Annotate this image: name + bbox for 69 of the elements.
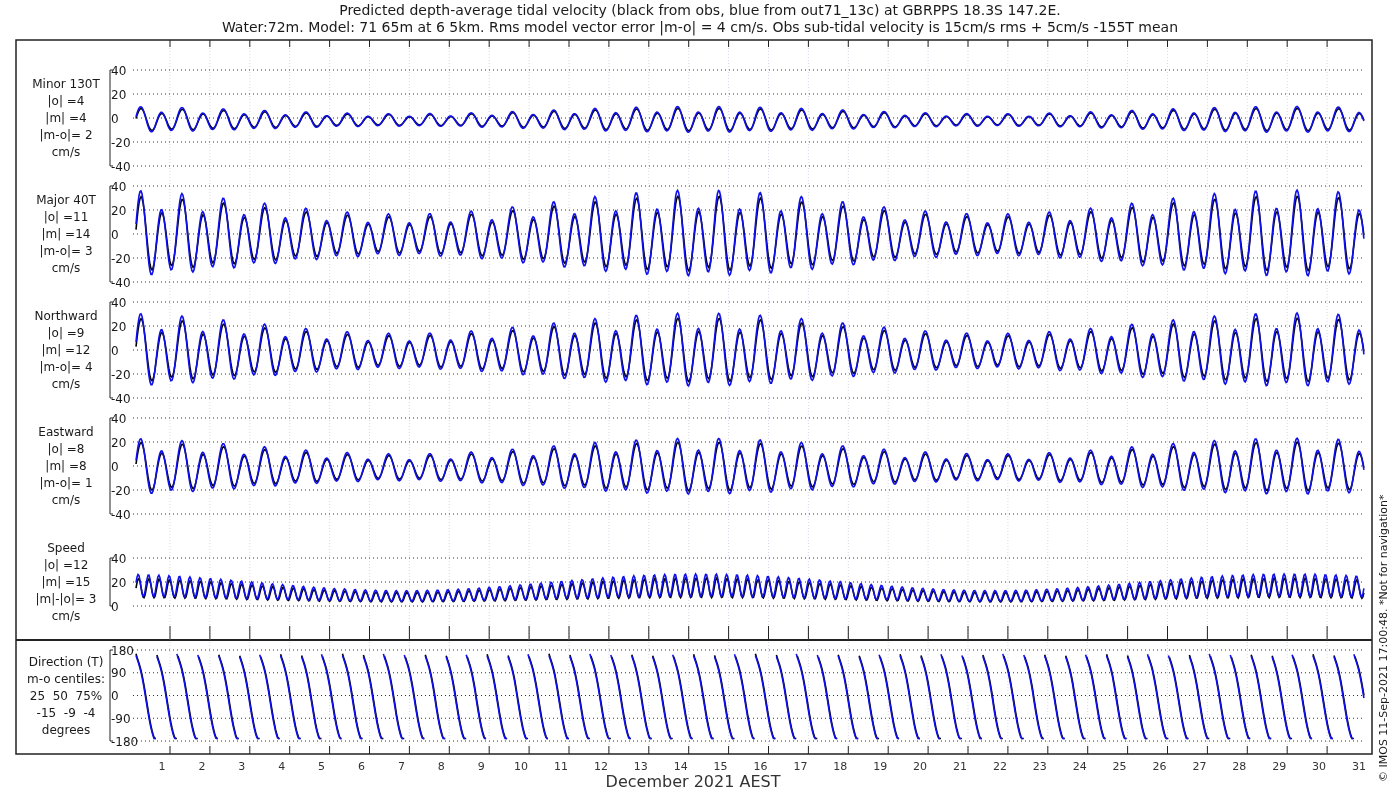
x-tick-label: 31: [1352, 760, 1366, 773]
panel-label: Northward |o| =9 |m| =12 |m-o|= 4 cm/s: [34, 309, 98, 391]
x-tick-label: 28: [1232, 760, 1247, 773]
y-tick-label: -40: [111, 159, 131, 174]
x-axis-label: December 2021 AEST: [605, 772, 781, 791]
chart-subtitle: Water:72m. Model: 71 65m at 6 5km. Rms model vector error |m-o| = 4 cm/s. Obs sub-tidal velocity is 15cm/s rms + 5cm/s -155T mean: [221, 19, 1179, 35]
y-tick-label: -40: [111, 391, 131, 406]
x-tick-label: 21: [953, 760, 967, 773]
y-tick-label: -40: [111, 507, 131, 522]
panel-label: Minor 130T |o| =4 |m| =4 |m-o|= 2 cm/s: [32, 77, 100, 159]
y-tick-label: 0: [111, 689, 119, 703]
y-tick-label: 0: [111, 459, 119, 474]
y-tick-label: 0: [111, 343, 119, 358]
y-tick-label: 20: [111, 435, 127, 450]
x-tick-label: 15: [713, 760, 728, 773]
y-tick-label: 40: [111, 551, 127, 566]
y-tick-label: 0: [111, 111, 119, 126]
y-tick-label: 20: [111, 319, 127, 334]
x-tick-label: 8: [437, 760, 445, 773]
y-tick-label: 0: [111, 227, 119, 242]
panel-label: Major 40T |o| =11 |m| =14 |m-o|= 3 cm/s: [36, 193, 96, 275]
y-tick-label: 40: [111, 295, 127, 310]
x-tick-label: 5: [318, 760, 326, 773]
x-tick-label: 18: [833, 760, 848, 773]
x-tick-label: 13: [633, 760, 648, 773]
x-tick-label: 22: [992, 760, 1007, 773]
x-tick-label: 12: [593, 760, 608, 773]
x-tick-label: 10: [514, 760, 529, 773]
x-tick-label: 14: [673, 760, 688, 773]
credit-text: © IMOS 11-Sep-2021 17:00:48. *Not for navigation*: [1377, 494, 1390, 782]
y-tick-label: -20: [111, 251, 131, 266]
x-tick-label: 16: [753, 760, 768, 773]
x-tick-label: 7: [397, 760, 405, 773]
x-tick-label: 23: [1032, 760, 1047, 773]
y-tick-label: 0: [111, 599, 119, 614]
y-tick-label: 20: [111, 203, 127, 218]
x-tick-label: 24: [1072, 760, 1087, 773]
y-tick-label: 40: [111, 63, 127, 78]
y-tick-label: -20: [111, 367, 131, 382]
x-tick-label: 20: [913, 760, 928, 773]
y-tick-label: -20: [111, 483, 131, 498]
x-tick-label: 27: [1192, 760, 1207, 773]
x-tick-label: 6: [358, 760, 365, 773]
y-tick-label: -20: [111, 135, 131, 150]
panel-label: Speed |o| =12 |m| =15 |m|-|o|= 3 cm/s: [35, 541, 97, 623]
y-tick-label: 90: [111, 666, 127, 681]
x-tick-label: 11: [554, 760, 568, 773]
y-tick-label: -180: [111, 734, 139, 749]
x-tick-label: 30: [1312, 760, 1327, 773]
y-tick-label: 20: [111, 575, 127, 590]
panel-label: Eastward |o| =8 |m| =8 |m-o|= 1 cm/s: [38, 425, 94, 507]
y-tick-label: 40: [111, 179, 127, 194]
x-tick-label: 3: [238, 760, 246, 773]
x-tick-label: 29: [1272, 760, 1287, 773]
y-tick-label: 180: [111, 643, 134, 658]
y-tick-label: -40: [111, 275, 131, 290]
x-tick-label: 25: [1112, 760, 1127, 773]
x-tick-label: 17: [793, 760, 808, 773]
x-tick-label: 19: [873, 760, 888, 773]
y-tick-label: 20: [111, 87, 127, 102]
y-tick-label: 40: [111, 411, 127, 426]
panel-label: Direction (T) m-o centiles: 25 50 75% -15 -9 -4 degrees: [27, 654, 105, 737]
x-tick-label: 9: [477, 760, 485, 773]
y-tick-label: -90: [111, 711, 131, 726]
x-tick-label: 2: [198, 760, 206, 773]
x-tick-label: 26: [1152, 760, 1167, 773]
chart-title: Predicted depth-average tidal velocity (black from obs, blue from out71_13c) at GBRPPS 18.3S 147.2E.: [339, 2, 1061, 18]
x-tick-label: 4: [278, 760, 286, 773]
x-tick-label: 1: [158, 760, 166, 773]
